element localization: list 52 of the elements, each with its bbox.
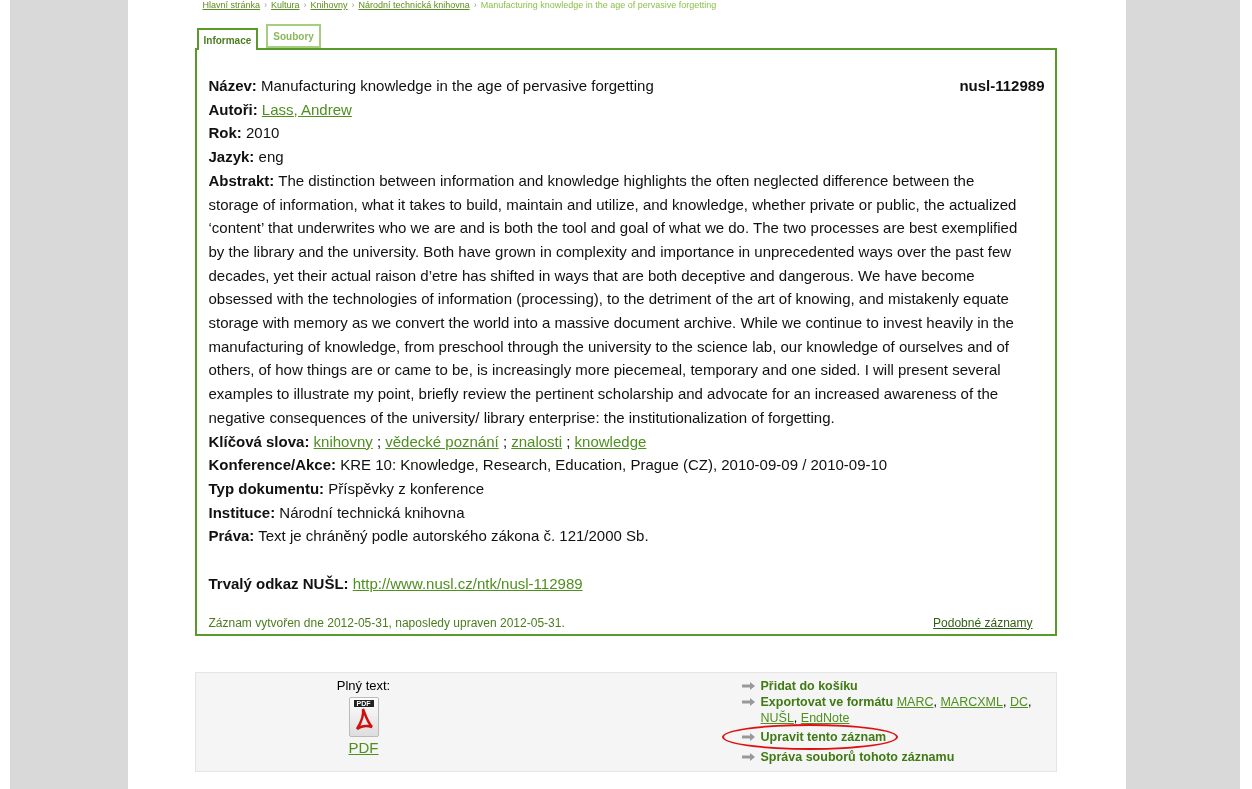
breadcrumb-separator: › [303, 0, 307, 10]
field-label: Trvalý odkaz NUŠL: [208, 574, 349, 595]
field-text: Instituce: Národní technická knihovna [208, 502, 466, 523]
field-link[interactable]: knowledge [574, 429, 647, 454]
arrow-icon [741, 681, 755, 690]
field-label: Autoři: [208, 99, 258, 120]
field-link[interactable]: vědecké poznání [385, 429, 499, 454]
separator: , [933, 694, 938, 709]
separator: ; [565, 431, 572, 452]
format-link[interactable]: NUŠL [760, 710, 794, 725]
arrow-icon [741, 752, 755, 761]
separator: ; [375, 431, 383, 452]
fulltext-label: Plný text: [336, 677, 391, 693]
action-link[interactable]: Přidat do košíku [760, 677, 858, 694]
similar-records-link[interactable]: Podobné záznamy [933, 615, 1033, 630]
separator: , [1002, 694, 1008, 709]
field-link[interactable]: knihovny [313, 429, 373, 454]
format-link[interactable]: EndNote [800, 710, 850, 725]
breadcrumb-separator: › [351, 0, 355, 10]
field-label: Klíčová slova: [208, 431, 310, 452]
breadcrumb-link[interactable]: Kultura [271, 0, 300, 10]
breadcrumb-separator: › [264, 0, 268, 10]
field-text: Práva: Text je chráněný podle autorského zákona č. 121/2000 Sb. [208, 526, 650, 547]
format-link[interactable]: MARCXML [940, 694, 1003, 709]
permalink-link[interactable]: http://www.nusl.cz/ntk/nusl-112989 [352, 572, 583, 596]
action-link[interactable]: Upravit tento záznam [760, 728, 887, 745]
field-text: Rok: 2010 [208, 123, 281, 144]
field-text: Jazyk: eng [208, 147, 285, 168]
arrow-icon [741, 697, 755, 706]
field-text: Abstrakt: The distinction between information and knowledge highlights the often neglected difference between the storage of information, what it takes to build, maintain and utilize, and knowledge, whether private or public, the actualized ‘content’ that underwrites who we are and is both the tool and goal of what we do. The two processes are best exemplified by the library and the university. Both have grown in complexity and importance in unprecedented ways over the past few decades, yet their actual raison d’etre has shifted in ways that are both deceptive and dangerous. We have become obsessed with the technologies of information (processing), to the detriment of the art of knowing, and mistakenly equate storage with memory as we convert the world into a massive document archive. While we continue to invest heavily in the manufacturing of knowledge, from preschool through the university to the science lab, our knowledge of ourselves and of others, of how things are or came to be, is increasingly more piecemeal, temporary and one sided. I will present several examples to illustrate my point, briefly review the pertinent scholarship and advocate for an increased awareness of the negative consequences of the university/ library enterprise: the institutionalization of forgetting. [208, 170, 1019, 428]
separator: , [1028, 694, 1032, 709]
field-link[interactable]: Lass, Andrew [261, 97, 352, 122]
tab[interactable]: Informace [196, 28, 259, 50]
format-link[interactable]: DC [1009, 694, 1028, 709]
breadcrumb-link[interactable]: Hlavní stránka [202, 0, 261, 10]
action-link[interactable]: Správa souborů tohoto záznamu [760, 748, 955, 765]
pdf-link[interactable]: PDF [348, 738, 379, 756]
current-page-title: Manufacturing knowledge in the age of pervasive forgetting [480, 0, 717, 10]
record-dates: Záznam vytvořen dne 2012-05-31, naposledy upraven 2012-05-31. [208, 615, 565, 630]
field-link[interactable]: znalosti [511, 429, 563, 454]
separator: , [793, 710, 799, 725]
field-text: Typ dokumentu: Příspěvky z konference [208, 478, 486, 499]
field-text: Konference/Akce: KRE 10: Knowledge, Research, Education, Prague (CZ), 2010-09-09 / 2010-09-10 [208, 455, 889, 476]
export-formats: Exportovat ve formátu MARC, MARCXML, DC, NUŠL, EndNote [760, 693, 1033, 726]
separator: ; [501, 431, 509, 452]
breadcrumb-separator: › [473, 0, 477, 10]
tab[interactable]: Soubory [266, 24, 321, 48]
field-text: Název: Manufacturing knowledge in the age of pervasive forgetting [208, 76, 654, 96]
arrow-icon [741, 732, 755, 741]
breadcrumb-link[interactable]: Knihovny [310, 0, 348, 10]
breadcrumb-link[interactable]: Národní technická knihovna [358, 0, 470, 10]
record-id: nusl-112989 [959, 76, 1045, 96]
